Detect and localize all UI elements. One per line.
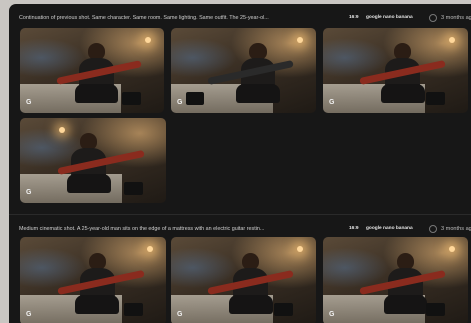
image-tile[interactable]: G [171, 237, 316, 323]
aspect-ratio-badge: 16:9 [349, 15, 359, 20]
select-circle-icon[interactable] [429, 14, 437, 22]
prompt-text[interactable]: Continuation of previous shot. Same char… [19, 14, 319, 22]
generation-header: Continuation of previous shot. Same char… [19, 14, 471, 26]
generation-header: Medium cinematic shot. A 25-year-old man… [19, 225, 471, 237]
image-tile[interactable]: G [20, 118, 166, 203]
gemini-g-icon: G [177, 99, 183, 106]
timestamp: 3 months ago [441, 226, 471, 232]
prompt-text[interactable]: Medium cinematic shot. A 25-year-old man… [19, 225, 319, 233]
generation-group-1: Continuation of previous shot. Same char… [9, 4, 471, 214]
aspect-ratio-badge: 16:9 [349, 226, 359, 231]
gemini-g-icon: G [177, 311, 183, 318]
timestamp: 3 months ago [441, 15, 471, 21]
image-tile[interactable]: G [171, 28, 316, 113]
image-tile[interactable]: G [20, 28, 164, 113]
gemini-g-icon: G [26, 311, 32, 318]
image-tile[interactable]: G [323, 237, 468, 323]
select-circle-icon[interactable] [429, 225, 437, 233]
generation-feed: Continuation of previous shot. Same char… [9, 4, 471, 323]
image-tile[interactable]: G [323, 28, 468, 113]
model-badge: google nano banana [366, 15, 413, 20]
model-badge: google nano banana [366, 226, 413, 231]
gemini-g-icon: G [26, 99, 32, 106]
gemini-g-icon: G [329, 311, 335, 318]
generation-group-2: Medium cinematic shot. A 25-year-old man… [9, 214, 471, 323]
gemini-g-icon: G [26, 189, 32, 196]
gemini-g-icon: G [329, 99, 335, 106]
image-tile[interactable]: G [20, 237, 166, 323]
